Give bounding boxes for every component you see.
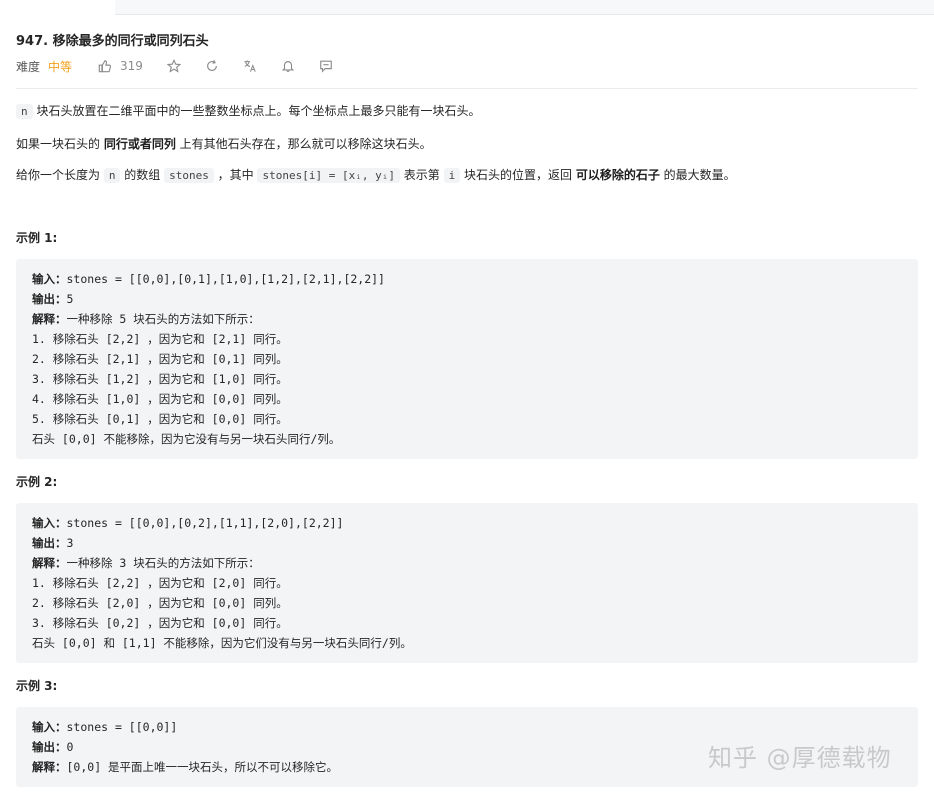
translate-icon — [244, 60, 256, 72]
text: 的最大数量。 — [659, 168, 736, 182]
example-2-heading: 示例 2: — [16, 475, 58, 489]
input-label: 输入： — [32, 720, 67, 734]
text: 表示第 — [399, 168, 444, 182]
difficulty-badge: 中等 — [48, 59, 73, 74]
output-value: 5 — [66, 292, 74, 306]
text: 块石头的位置，返回 — [460, 168, 576, 182]
refresh-icon — [207, 60, 217, 71]
bold-text: 可以移除的石子 — [575, 168, 660, 182]
input-value: stones = [[0,0],[0,2],[1,1],[2,0],[2,2]] — [66, 516, 344, 530]
divider — [16, 88, 918, 89]
output-label: 输出： — [32, 740, 67, 754]
explain-step: 3. 移除石头 [1,2] ，因为它和 [1,0] 同行。 — [32, 372, 288, 386]
inline-code: i — [443, 168, 461, 183]
description-paragraph-2: 如果一块石头的 同行或者同列 上有其他石头存在，那么就可以移除这块石头。 — [16, 135, 432, 152]
explain-step: 2. 移除石头 [2,1] ，因为它和 [0,1] 同列。 — [32, 352, 288, 366]
explain-step: 4. 移除石头 [1,0] ，因为它和 [0,0] 同列。 — [32, 392, 288, 406]
example-input-line: 输入：stones = [[0,0],[0,2],[1,1],[2,0],[2,… — [32, 513, 902, 533]
problem-meta-bar: 难度 中等 319 — [16, 57, 357, 75]
output-label: 输出： — [32, 292, 67, 306]
comment-icon — [320, 60, 332, 73]
problem-title: 947. 移除最多的同行或同列石头 — [16, 34, 209, 49]
explain-label: 解释： — [32, 556, 67, 570]
inline-code: stones — [164, 168, 214, 183]
text: 给你一个长度为 — [16, 168, 104, 182]
explain-step: 石头 [0,0] 和 [1,1] 不能移除，因为它们没有与另一块石头同行/列。 — [32, 636, 412, 650]
watermark: 知乎 @厚德载物 — [708, 744, 892, 772]
explain-step: 3. 移除石头 [0,2] ，因为它和 [0,0] 同行。 — [32, 616, 288, 630]
difficulty-label: 难度 — [16, 59, 41, 74]
input-label: 输入： — [32, 516, 67, 530]
output-value: 3 — [66, 536, 74, 550]
like-count: 319 — [120, 59, 143, 73]
example-explain-line: 解释：一种移除 5 块石头的方法如下所示： — [32, 309, 902, 329]
explain-value: 一种移除 5 块石头的方法如下所示： — [66, 312, 260, 326]
output-label: 输出： — [32, 536, 67, 550]
example-3-heading: 示例 3: — [16, 679, 58, 693]
example-output-line: 输出：3 — [32, 533, 902, 553]
example-input-line: 输入：stones = [[0,0]] — [32, 717, 902, 737]
example-explain-line: 解释：一种移除 3 块石头的方法如下所示： — [32, 553, 902, 573]
text: ，其中 — [213, 168, 258, 182]
share-button[interactable] — [205, 59, 219, 73]
explain-step: 5. 移除石头 [0,1] ，因为它和 [0,0] 同行。 — [32, 412, 288, 426]
notify-button[interactable] — [281, 59, 295, 73]
inline-code: n — [103, 168, 121, 183]
explain-step: 石头 [0,0] 不能移除，因为它没有与另一块石头同行/列。 — [32, 432, 341, 446]
example-1-heading: 示例 1: — [16, 231, 58, 245]
bell-icon — [281, 61, 295, 72]
inline-code: n — [16, 104, 33, 119]
favorite-button[interactable] — [166, 59, 181, 73]
explain-label: 解释： — [32, 312, 67, 326]
input-value: stones = [[0,0]] — [66, 720, 178, 734]
description-paragraph-1: n 块石头放置在二维平面中的一些整数坐标点上。每个坐标点上最多只能有一块石头。 — [16, 102, 480, 119]
feedback-button[interactable] — [319, 59, 333, 73]
thumbs-up-icon — [98, 60, 112, 73]
explain-step: 1. 移除石头 [2,2] ，因为它和 [2,0] 同行。 — [32, 576, 288, 590]
text: 块石头放置在二维平面中的一些整数坐标点上。每个坐标点上最多只能有一块石头。 — [32, 104, 481, 118]
like-button[interactable]: 319 — [98, 59, 143, 73]
text: 上有其他石头存在，那么就可以移除这块石头。 — [175, 137, 432, 151]
top-tab-strip — [115, 0, 934, 15]
star-icon — [166, 59, 181, 73]
bold-text: 同行或者同列 — [103, 137, 176, 151]
text: 的数组 — [120, 168, 165, 182]
example-2-codebox: 输入：stones = [[0,0],[0,2],[1,1],[2,0],[2,… — [16, 503, 918, 663]
explain-label: 解释： — [32, 760, 67, 774]
translate-button[interactable] — [243, 59, 257, 73]
explain-step: 2. 移除石头 [2,0] ，因为它和 [0,0] 同列。 — [32, 596, 288, 610]
inline-code: stones[i] = [xᵢ, yᵢ] — [257, 168, 400, 183]
output-value: 0 — [66, 740, 74, 754]
input-value: stones = [[0,0],[0,1],[1,0],[1,2],[2,1],… — [66, 272, 386, 286]
input-label: 输入： — [32, 272, 67, 286]
explain-value: [0,0] 是平面上唯一一块石头，所以不可以移除它。 — [66, 760, 339, 774]
example-input-line: 输入：stones = [[0,0],[0,1],[1,0],[1,2],[2,… — [32, 269, 902, 289]
example-output-line: 输出：5 — [32, 289, 902, 309]
description-paragraph-3: 给你一个长度为 n 的数组 stones ，其中 stones[i] = [xᵢ… — [16, 166, 736, 183]
text: 如果一块石头的 — [16, 137, 104, 151]
explain-step: 1. 移除石头 [2,2] ，因为它和 [2,1] 同行。 — [32, 332, 288, 346]
example-1-codebox: 输入：stones = [[0,0],[0,1],[1,0],[1,2],[2,… — [16, 259, 918, 459]
explain-value: 一种移除 3 块石头的方法如下所示： — [66, 556, 260, 570]
